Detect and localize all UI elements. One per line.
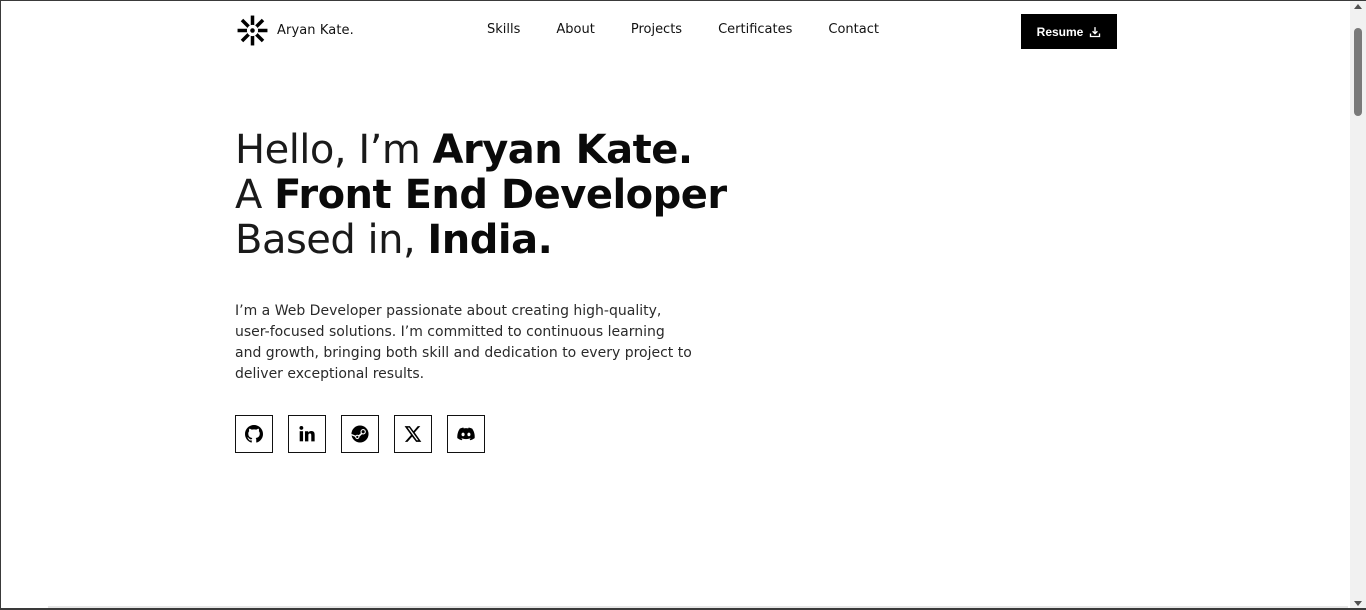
x-twitter-link[interactable]: [394, 415, 432, 453]
asterisk-logo-icon: [237, 15, 268, 46]
hero-role: Front End Developer: [274, 172, 727, 218]
hero-location: India.: [427, 217, 553, 263]
discord-link[interactable]: [447, 415, 485, 453]
discord-icon: [457, 427, 475, 441]
scroll-up-arrow-icon[interactable]: [1354, 4, 1362, 9]
steam-link[interactable]: [341, 415, 379, 453]
hero-line-greeting: Hello, I’m Aryan Kate.: [235, 128, 855, 173]
logo-link[interactable]: Aryan Kate.: [236, 14, 354, 47]
site-header: Aryan Kate. Skills About Projects Certif…: [0, 0, 1350, 62]
logo-text: Aryan Kate.: [277, 23, 354, 38]
nav-item-about[interactable]: About: [556, 22, 594, 38]
scroll-down-arrow-icon[interactable]: [1354, 601, 1362, 606]
hero-line-role: A Front End Developer: [235, 173, 855, 218]
resume-label: Resume: [1036, 24, 1084, 39]
steam-icon: [351, 425, 369, 443]
nav-item-projects[interactable]: Projects: [631, 22, 682, 38]
social-links: [235, 415, 485, 453]
linkedin-link[interactable]: [288, 415, 326, 453]
scroll-thumb[interactable]: [1354, 28, 1362, 116]
bottom-edge: [48, 606, 1348, 610]
hero-line-location: Based in, India.: [235, 218, 855, 263]
hero-heading: Hello, I’m Aryan Kate. A Front End Devel…: [235, 128, 855, 263]
github-icon: [245, 425, 263, 443]
intro-paragraph: I’m a Web Developer passionate about cre…: [235, 303, 692, 382]
main-nav: Skills About Projects Certificates Conta…: [487, 22, 915, 38]
github-link[interactable]: [235, 415, 273, 453]
hero-greeting-text: Hello, I’m: [235, 127, 433, 173]
hero-location-prefix: Based in,: [235, 217, 428, 263]
nav-item-certificates[interactable]: Certificates: [718, 22, 792, 38]
hero-role-prefix: A: [235, 172, 275, 218]
resume-button[interactable]: Resume: [1021, 14, 1117, 49]
hero-name: Aryan Kate.: [432, 127, 694, 173]
x-twitter-icon: [404, 426, 422, 442]
download-icon: [1090, 26, 1101, 37]
linkedin-icon: [299, 426, 315, 442]
nav-item-contact[interactable]: Contact: [828, 22, 879, 38]
vertical-scrollbar[interactable]: [1350, 0, 1366, 610]
nav-item-skills[interactable]: Skills: [487, 22, 520, 38]
